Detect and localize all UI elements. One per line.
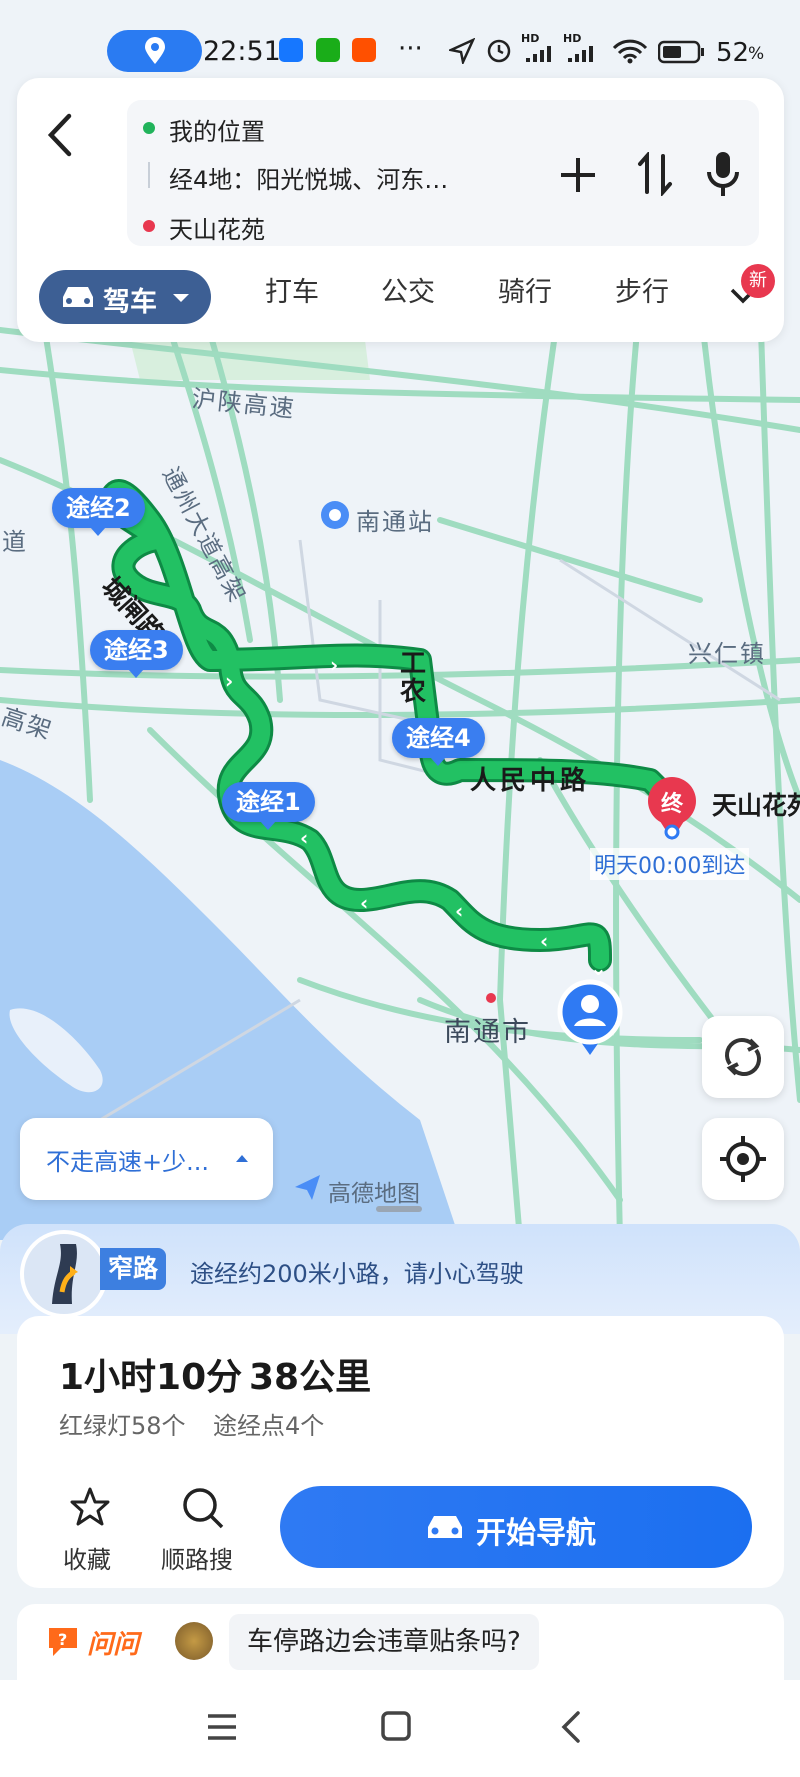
- navigation-arrow-icon: [449, 38, 475, 64]
- road-label-gongnong: 工农: [400, 649, 427, 707]
- arrival-time: 明天00:00到达: [590, 848, 750, 880]
- search-along-label: 顺路搜: [161, 1546, 233, 1574]
- waypoint-tag-3[interactable]: 途经3: [90, 630, 183, 678]
- new-badge: 新: [741, 264, 775, 298]
- origin-dot: [143, 122, 155, 134]
- home-icon[interactable]: [380, 1710, 412, 1742]
- amap-logo-icon: [295, 1175, 320, 1200]
- location-pin-icon: [145, 37, 165, 64]
- svg-text:›: ›: [330, 653, 338, 677]
- route-planning-card: 我的位置 经4地：阳光悦城、河东… 天山花苑 驾车 打车 公交 骑行 步行 新: [17, 78, 784, 342]
- alarm-icon: [487, 39, 511, 63]
- map-label-city: 南通市: [444, 1017, 531, 1048]
- tab-taxi[interactable]: 打车: [265, 270, 319, 309]
- route-preference-text: 不走高速+少...: [46, 1148, 209, 1176]
- svg-text:‹: ‹: [300, 826, 308, 850]
- narrow-road-text: 途经约200米小路，请小心驾驶: [190, 1260, 524, 1288]
- destination-field[interactable]: 天山花苑: [169, 210, 265, 245]
- map-label-dao: 道: [2, 528, 28, 556]
- user-avatar: [175, 1622, 213, 1660]
- svg-text:‹: ‹: [360, 891, 368, 915]
- ask-community-card[interactable]: ? 问问 车停路边会违章贴条吗?: [17, 1604, 784, 1680]
- tab-driving-label: 驾车: [103, 287, 157, 318]
- alipay-icon: [279, 38, 303, 62]
- phone-app-icon: [316, 38, 340, 62]
- destination-dot: [143, 220, 155, 232]
- address-inputs: 我的位置 经4地：阳光悦城、河东… 天山花苑: [127, 100, 759, 246]
- tab-driving[interactable]: 驾车: [39, 270, 211, 324]
- search-icon: [183, 1488, 224, 1529]
- locate-icon: [720, 1136, 766, 1182]
- city-dot: [486, 993, 496, 1003]
- location-sharing-pill[interactable]: [107, 30, 202, 72]
- back-icon[interactable]: [45, 112, 75, 158]
- add-waypoint-icon[interactable]: [557, 154, 599, 196]
- battery-unit: %: [748, 44, 765, 64]
- start-navigation-label: 开始导航: [476, 1516, 596, 1551]
- system-navigation-bar: [0, 1680, 800, 1777]
- start-navigation-button[interactable]: 开始导航: [280, 1486, 752, 1568]
- back-nav-icon[interactable]: [558, 1710, 584, 1744]
- signal-icon-2: [568, 46, 593, 62]
- favorite-button[interactable]: 收藏: [49, 1486, 129, 1576]
- tab-walking[interactable]: 步行: [615, 270, 669, 309]
- tab-transit[interactable]: 公交: [381, 270, 435, 309]
- waypoint-tag-1[interactable]: 途经1: [222, 782, 315, 830]
- destination-name-label[interactable]: 天山花苑: [712, 786, 800, 822]
- more-notifications: ···: [398, 34, 423, 64]
- car-icon: [63, 287, 93, 307]
- ask-logo-icon: ?: [49, 1628, 77, 1656]
- car-nav-icon: [428, 1516, 462, 1538]
- svg-text:›: ›: [225, 669, 233, 693]
- map-label-xingren: 兴仁镇: [688, 640, 766, 668]
- drag-handle[interactable]: [376, 1206, 422, 1212]
- origin-field[interactable]: 我的位置: [169, 112, 265, 147]
- battery-icon: [658, 40, 704, 64]
- svg-text:‹: ‹: [540, 929, 548, 953]
- svg-text:‹: ‹: [455, 899, 463, 923]
- search-along-button[interactable]: 顺路搜: [157, 1486, 247, 1576]
- narrow-road-badge: 窄路: [100, 1248, 167, 1290]
- waypoint-tag-2[interactable]: 途经2: [52, 488, 145, 536]
- microphone-icon[interactable]: [705, 150, 741, 198]
- locate-me-button[interactable]: [702, 1118, 784, 1200]
- refresh-icon: [725, 1038, 761, 1076]
- route-duration: 1小时10分: [59, 1357, 243, 1398]
- status-bar: 22:51 ··· HD HD 52 %: [0, 0, 800, 80]
- clock: 22:51: [203, 36, 281, 67]
- route-preference-button[interactable]: 不走高速+少...: [20, 1118, 273, 1200]
- refresh-route-button[interactable]: [702, 1016, 784, 1098]
- battery-level: 52: [716, 38, 750, 68]
- route-distance: 38公里: [249, 1357, 372, 1398]
- map-label-station[interactable]: 南通站: [356, 502, 434, 537]
- wifi-icon: [612, 39, 648, 64]
- caret-up-icon: [236, 1155, 248, 1162]
- traffic-lights-count: 红绿灯58个: [59, 1412, 186, 1440]
- waypoint-connector: [148, 162, 150, 188]
- road-label-renmin: 人民中路: [470, 766, 591, 796]
- waypoint-count: 途经点4个: [213, 1412, 325, 1440]
- waypoint-tag-4[interactable]: 途经4: [392, 718, 485, 766]
- signal-icon-1: [526, 46, 551, 62]
- svg-text:?: ?: [58, 1630, 67, 1649]
- taobao-icon: [352, 38, 376, 62]
- waypoint-field[interactable]: 经4地：阳光悦城、河东…: [169, 160, 448, 195]
- narrow-road-icon: [20, 1230, 108, 1318]
- caret-down-icon: [173, 294, 189, 302]
- swap-icon[interactable]: [637, 152, 673, 196]
- ask-logo-text: 问问: [87, 1630, 140, 1660]
- star-icon: [70, 1487, 110, 1526]
- brand-text: 高德地图: [328, 1181, 420, 1207]
- favorite-label: 收藏: [63, 1546, 111, 1574]
- svg-text:⌄: ⌄: [590, 956, 607, 980]
- ask-question[interactable]: 车停路边会违章贴条吗?: [229, 1614, 539, 1670]
- destination-marker-text: 终: [660, 792, 683, 817]
- menu-icon[interactable]: [206, 1712, 238, 1742]
- tab-cycling[interactable]: 骑行: [498, 270, 552, 309]
